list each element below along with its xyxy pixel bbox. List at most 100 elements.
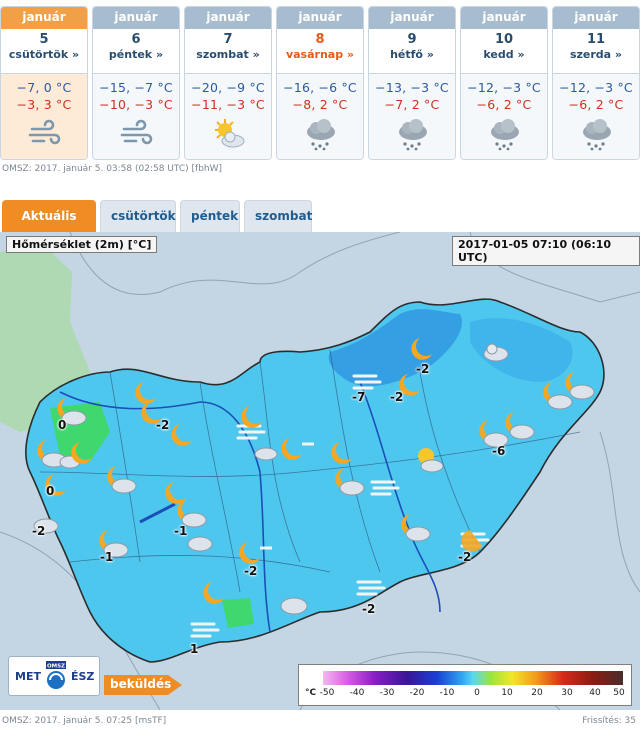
forecast-day-name[interactable]: csütörtök » xyxy=(1,48,87,64)
send-button[interactable]: beküldés xyxy=(104,672,184,698)
forecast-day-name[interactable]: kedd » xyxy=(461,48,547,64)
forecast-min-range: −6, 2 °C xyxy=(568,97,624,112)
forecast-min-range: −10, −3 °C xyxy=(99,97,173,112)
forecast-month: január xyxy=(277,7,363,29)
temp-label: -2 xyxy=(156,418,170,432)
forecast-day-name[interactable]: szombat » xyxy=(185,48,271,64)
tab-friday[interactable]: péntek xyxy=(180,200,240,232)
forecast-max-range: −15, −7 °C xyxy=(99,80,173,95)
map-title: Hőmérséklet (2m) [°C] xyxy=(6,236,158,253)
snow-cloud-icon xyxy=(399,119,427,151)
color-scale-legend: °C -50 -40 -30 -20 -10 0 10 20 30 40 50 xyxy=(298,664,632,706)
legend-tick: 20 xyxy=(531,688,543,698)
temp-label: -1 xyxy=(100,550,114,564)
logo-left-text: MET xyxy=(15,670,41,683)
forecast-min-range: −3, 3 °C xyxy=(16,97,72,112)
legend-tick: 10 xyxy=(501,688,513,698)
forecast-min-range: −6, 2 °C xyxy=(476,97,532,112)
forecast-temps: −12, −3 °C −6, 2 °C xyxy=(553,73,639,159)
snow-cloud-icon xyxy=(491,119,519,151)
sun-cloud-icon xyxy=(215,119,245,148)
forecast-day-number: 7 xyxy=(223,32,233,47)
forecast-day-number: 11 xyxy=(586,32,606,47)
legend-tick: -30 xyxy=(379,688,395,698)
forecast-day-name[interactable]: szerda » xyxy=(553,48,639,64)
tab-saturday[interactable]: szombat xyxy=(244,200,312,232)
forecast-day-number: 8 xyxy=(315,32,325,47)
legend-tick: -40 xyxy=(349,688,365,698)
forecast-max-range: −12, −3 °C xyxy=(467,80,541,95)
refresh-info: Frissítés: 35 xyxy=(582,716,636,726)
forecast-day[interactable]: január 7 szombat » −20, −9 °C −11, −3 °C xyxy=(184,6,272,160)
forecast-strip: január 5 csütörtök » −7, 0 °C −3, 3 °C j… xyxy=(0,6,640,162)
forecast-day[interactable]: január 11 szerda » −12, −3 °C −6, 2 °C xyxy=(552,6,640,160)
forecast-month: január xyxy=(185,7,271,29)
forecast-temps: −15, −7 °C −10, −3 °C xyxy=(93,73,179,159)
temp-label: -2 xyxy=(458,550,472,564)
forecast-month: január xyxy=(1,7,87,29)
logo-right-text: ÉSZ xyxy=(71,670,95,683)
temp-label: -2 xyxy=(362,602,376,616)
color-scale-bar xyxy=(323,671,623,685)
forecast-day-name[interactable]: vasárnap » xyxy=(277,48,363,64)
temp-label: -2 xyxy=(32,524,46,538)
legend-tick: -50 xyxy=(319,688,335,698)
temp-label: -2 xyxy=(244,564,258,578)
temp-label: 0 xyxy=(58,418,67,432)
forecast-max-range: −12, −3 °C xyxy=(559,80,633,95)
logo-badge-text: OMSZ xyxy=(47,664,65,670)
legend-tick: 0 xyxy=(474,688,480,698)
map-source: OMSZ: 2017. január 5. 07:25 [msTF] xyxy=(2,716,167,726)
met-esz-logo[interactable]: MET OMSZ ÉSZ xyxy=(8,656,100,696)
forecast-temps: −12, −3 °C −6, 2 °C xyxy=(461,73,547,159)
forecast-day-name[interactable]: hétfő » xyxy=(369,48,455,64)
forecast-day-number: 6 xyxy=(131,32,141,47)
temperature-map[interactable]: Hőmérséklet (2m) [°C] 2017-01-05 07:10 (… xyxy=(0,232,640,710)
temp-label: 0 xyxy=(46,484,55,498)
temp-label: -2 xyxy=(390,390,404,404)
map-canvas xyxy=(0,232,640,710)
forecast-max-range: −20, −9 °C xyxy=(191,80,265,95)
forecast-month: január xyxy=(461,7,547,29)
snow-cloud-icon xyxy=(307,119,335,151)
legend-tick: 40 xyxy=(589,688,601,698)
legend-tick: 50 xyxy=(613,688,625,698)
temp-label: -6 xyxy=(492,444,506,458)
send-button-label: beküldés xyxy=(110,677,172,691)
forecast-day[interactable]: január 10 kedd » −12, −3 °C −6, 2 °C xyxy=(460,6,548,160)
forecast-min-range: −8, 2 °C xyxy=(292,97,348,112)
forecast-month: január xyxy=(553,7,639,29)
forecast-min-range: −11, −3 °C xyxy=(191,97,265,112)
forecast-day[interactable]: január 8 vasárnap » −16, −6 °C −8, 2 °C xyxy=(276,6,364,160)
tab-thursday[interactable]: csütörtök xyxy=(100,200,176,232)
forecast-month: január xyxy=(369,7,455,29)
forecast-max-range: −16, −6 °C xyxy=(283,80,357,95)
temp-label: 1 xyxy=(190,642,199,656)
forecast-max-range: −7, 0 °C xyxy=(16,80,72,95)
forecast-max-range: −13, −3 °C xyxy=(375,80,449,95)
wind-icon xyxy=(120,119,153,145)
forecast-day-name[interactable]: péntek » xyxy=(93,48,179,64)
forecast-day[interactable]: január 6 péntek » −15, −7 °C −10, −3 °C xyxy=(92,6,180,160)
tab-current-weather[interactable]: Aktuális idő xyxy=(2,200,96,253)
temp-label: -2 xyxy=(416,362,430,376)
forecast-day[interactable]: január 5 csütörtök » −7, 0 °C −3, 3 °C xyxy=(0,6,88,160)
forecast-min-range: −7, 2 °C xyxy=(384,97,440,112)
forecast-source: OMSZ: 2017. január 5. 03:58 (02:58 UTC) … xyxy=(2,164,223,174)
map-timestamp: 2017-01-05 07:10 (06:10 UTC) xyxy=(452,236,640,266)
forecast-day[interactable]: január 9 hétfő » −13, −3 °C −7, 2 °C xyxy=(368,6,456,160)
forecast-month: január xyxy=(93,7,179,29)
temp-label: -1 xyxy=(174,524,188,538)
omsz-emblem-icon: OMSZ xyxy=(46,661,66,689)
forecast-day-number: 9 xyxy=(407,32,417,47)
forecast-temps: −16, −6 °C −8, 2 °C xyxy=(277,73,363,159)
legend-tick: -20 xyxy=(409,688,425,698)
legend-tick: 30 xyxy=(561,688,573,698)
temp-label: -7 xyxy=(352,390,366,404)
forecast-temps: −20, −9 °C −11, −3 °C xyxy=(185,73,271,159)
forecast-day-number: 10 xyxy=(494,32,514,47)
forecast-temps: −13, −3 °C −7, 2 °C xyxy=(369,73,455,159)
snow-cloud-icon xyxy=(583,119,611,151)
wind-icon xyxy=(28,119,61,145)
legend-tick: -10 xyxy=(439,688,455,698)
